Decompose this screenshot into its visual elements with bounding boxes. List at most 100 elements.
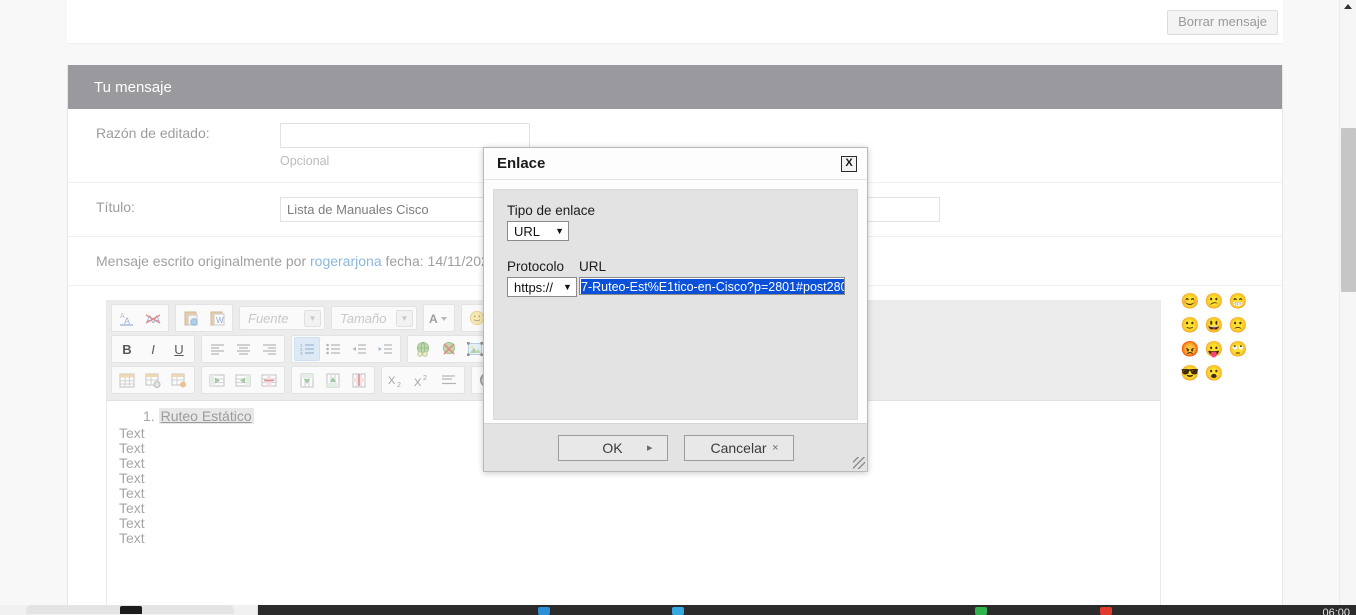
insert-row-above-icon[interactable] [294, 368, 320, 392]
delete-message-button[interactable]: Borrar mensaje [1167, 10, 1278, 35]
taskbar-app-icon[interactable] [538, 607, 550, 615]
toolbar-group-format: AA AA [111, 304, 169, 332]
scrollbar-thumb[interactable] [1341, 128, 1356, 292]
protocol-value: https:// [514, 280, 553, 295]
protocol-select[interactable]: https:// ▼ [507, 277, 577, 297]
numbered-list-icon[interactable]: 123 [294, 337, 320, 361]
editor-line: Text [107, 471, 1160, 486]
taskbar: 06:00 [0, 605, 1356, 615]
protocol-url-row: Protocolo https:// ▼ URL 7-Ruteo-Est%E1t… [507, 259, 857, 297]
close-icon[interactable]: X [841, 156, 857, 172]
scroll-up-arrow-icon[interactable] [1344, 4, 1352, 9]
toolbar-group-table [111, 366, 195, 394]
svg-text:X: X [388, 375, 396, 387]
link-icon[interactable] [410, 337, 436, 361]
unlink-icon[interactable] [436, 337, 462, 361]
editor-line: Text [107, 501, 1160, 516]
smiley-grin-icon[interactable]: 😁 [1226, 290, 1250, 314]
smiley-angry-icon[interactable]: 😡 [1178, 338, 1202, 362]
smiley-sunglasses-icon[interactable]: 😎 [1178, 362, 1202, 386]
toolbar-group-lists: 123 [291, 335, 401, 363]
svg-text:W: W [216, 316, 224, 325]
svg-text:2: 2 [397, 382, 401, 388]
url-input[interactable]: 7-Ruteo-Est%E1tico-en-Cisco?p=2801#post2… [579, 277, 845, 295]
taskbar-app-icon[interactable] [1100, 607, 1112, 615]
chevron-down-icon: ▼ [555, 226, 564, 236]
delete-table-icon[interactable] [166, 368, 192, 392]
resize-grip-icon[interactable] [853, 457, 865, 469]
link-type-select[interactable]: URL ▼ [507, 221, 569, 241]
taskbar-app-icon[interactable] [672, 607, 684, 615]
paste-from-word-icon[interactable]: W [204, 306, 230, 330]
dialog-body: Tipo de enlace URL ▼ Protocolo https:// … [493, 189, 858, 420]
delete-row-icon[interactable] [346, 368, 372, 392]
close-x-icon: × [772, 442, 778, 454]
page-scrollbar[interactable] [1339, 0, 1356, 605]
smiley-blush-icon[interactable]: 😊 [1178, 290, 1202, 314]
link-type-value: URL [514, 224, 540, 239]
insert-column-left-icon[interactable] [204, 368, 230, 392]
smiley-sad-icon[interactable]: 🙁 [1226, 314, 1250, 338]
ok-button[interactable]: OK ▸ [558, 435, 668, 461]
smiley-confused-icon[interactable]: 😕 [1202, 290, 1226, 314]
bulleted-list-icon[interactable] [320, 337, 346, 361]
font-family-select[interactable]: Fuente ▼ [239, 306, 325, 330]
svg-text:X: X [414, 377, 422, 388]
bold-icon[interactable]: B [114, 337, 140, 361]
cancel-button-label: Cancelar [710, 440, 766, 456]
smiley-rolling-eyes-icon[interactable]: 🙄 [1226, 338, 1250, 362]
svg-text:2: 2 [423, 375, 427, 382]
dialog-title: Enlace [497, 155, 841, 172]
text-color-icon[interactable]: A [426, 306, 452, 330]
horizontal-rule-icon[interactable] [436, 368, 462, 392]
toolbar-group-script: X2 X2 [381, 366, 465, 394]
table-icon[interactable] [114, 368, 140, 392]
align-left-icon[interactable] [204, 337, 230, 361]
taskbar-clock: 06:00 [1322, 607, 1350, 615]
toolbar-group-color: A [423, 304, 455, 332]
chevron-down-icon: ▼ [563, 282, 572, 292]
screen: Borrar mensaje Tu mensaje Razón de edita… [0, 0, 1356, 615]
reason-label: Razón de editado: [68, 123, 280, 143]
ok-button-label: OK [602, 440, 622, 456]
origin-prefix: Mensaje escrito originalmente por [96, 253, 306, 269]
link-type-label: Tipo de enlace [507, 203, 857, 218]
indent-icon[interactable] [372, 337, 398, 361]
align-right-icon[interactable] [256, 337, 282, 361]
title-label: Título: [68, 197, 280, 217]
camera-icon [120, 606, 142, 614]
remove-format-icon[interactable]: AA [114, 306, 140, 330]
table-properties-icon[interactable] [140, 368, 166, 392]
align-center-icon[interactable] [230, 337, 256, 361]
italic-icon[interactable]: I [140, 337, 166, 361]
dialog-footer: OK ▸ Cancelar × [484, 423, 867, 471]
smiley-big-grin-icon[interactable]: 😃 [1202, 314, 1226, 338]
outdent-icon[interactable] [346, 337, 372, 361]
subscript-icon[interactable]: X2 [384, 368, 410, 392]
chevron-down-icon: ▼ [396, 310, 413, 327]
cancel-button[interactable]: Cancelar × [684, 435, 794, 461]
url-input-value: 7-Ruteo-Est%E1tico-en-Cisco?p=2801#post2… [581, 279, 845, 295]
taskbar-app-icon[interactable] [975, 607, 987, 615]
editor-line: Text [107, 516, 1160, 531]
reason-input[interactable] [280, 123, 530, 148]
origin-suffix: fecha: 14/11/202 [386, 253, 489, 269]
clear-styles-icon[interactable]: AA [140, 306, 166, 330]
underline-icon[interactable]: U [166, 337, 192, 361]
smiley-tongue-icon[interactable]: 😛 [1202, 338, 1226, 362]
insert-row-below-icon[interactable] [320, 368, 346, 392]
font-size-select[interactable]: Tamaño ▼ [331, 306, 417, 330]
chevron-down-icon: ▼ [304, 310, 321, 327]
author-link[interactable]: rogerarjona [310, 253, 382, 269]
protocol-label: Protocolo [507, 259, 579, 274]
smiley-smile-icon[interactable]: 🙂 [1178, 314, 1202, 338]
dialog-titlebar[interactable]: Enlace X [484, 148, 867, 180]
delete-column-icon[interactable] [256, 368, 282, 392]
insert-column-right-icon[interactable] [230, 368, 256, 392]
smiley-surprised-icon[interactable]: 😮 [1202, 362, 1226, 386]
list-item-text[interactable]: Ruteo Estático [159, 408, 254, 424]
editor-line: Text [107, 486, 1160, 501]
superscript-icon[interactable]: X2 [410, 368, 436, 392]
paste-icon[interactable] [178, 306, 204, 330]
editor-line: Text [107, 531, 1160, 546]
